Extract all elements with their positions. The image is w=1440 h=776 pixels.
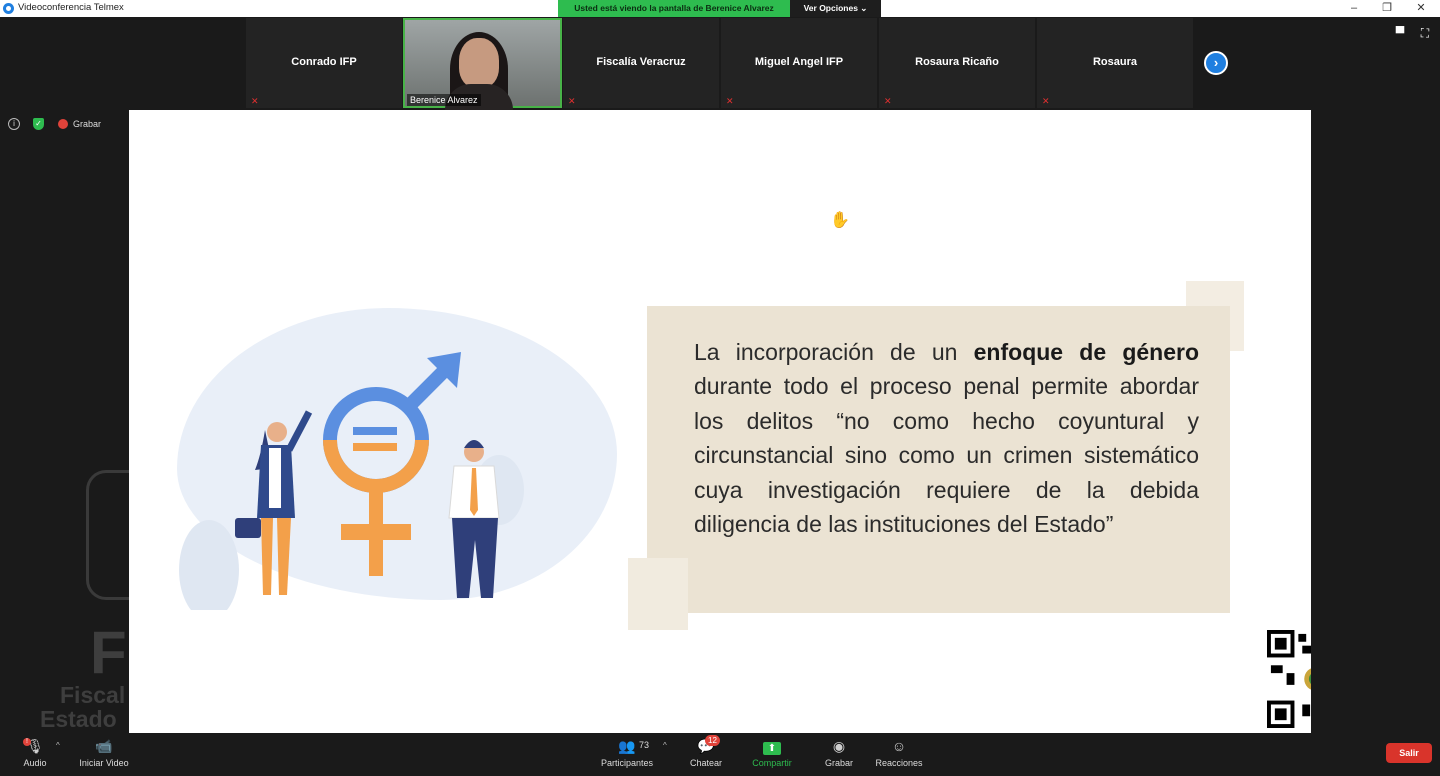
record-button[interactable]: ◉ Grabar	[821, 737, 857, 768]
video-off-icon: 📹	[95, 738, 113, 754]
man-trousers	[452, 518, 498, 598]
mic-muted-icon: ✕	[884, 96, 892, 106]
woman-leg	[277, 518, 291, 595]
briefcase-icon	[235, 518, 261, 538]
gender-equality-illustration	[179, 352, 524, 610]
hand-cursor-icon: ✋	[830, 212, 850, 229]
participant-tile-rosaura-ricano[interactable]: Rosaura Ricaño ✕	[879, 18, 1035, 108]
smiley-icon: ☺	[891, 738, 907, 754]
participant-name: Rosaura Ricaño	[915, 56, 999, 68]
quote-text-part: La incorporación de un	[694, 339, 974, 365]
share-label: Compartir	[752, 758, 792, 768]
next-participants-button[interactable]: ›	[1204, 51, 1228, 75]
woman-raised-arm	[285, 410, 313, 452]
share-screen-icon: ⬆	[763, 742, 781, 755]
window-title: Videoconferencia Telmex	[18, 2, 124, 13]
participant-tile-conrado[interactable]: Conrado IFP ✕	[246, 18, 402, 108]
quote-highlight: enfoque de género	[973, 339, 1200, 365]
security-shield-icon[interactable]: ✓	[33, 118, 44, 130]
audio-options-caret-icon[interactable]: ^	[56, 741, 60, 750]
mic-muted-icon: ✕	[1042, 96, 1050, 106]
participant-tile-fiscalia[interactable]: Fiscalía Veracruz ✕	[563, 18, 719, 108]
record-icon[interactable]	[58, 119, 68, 129]
record-toolbar-label: Grabar	[824, 758, 853, 768]
participant-name: Conrado IFP	[291, 56, 357, 68]
watermark-text-fiscal: Fiscal	[60, 682, 126, 708]
audio-label: Audio	[23, 758, 47, 768]
app-logo-icon	[3, 3, 14, 14]
mic-muted-icon: ✕	[568, 96, 576, 106]
decorative-square	[628, 558, 688, 630]
woman-shirt	[269, 448, 281, 508]
participant-name: Fiscalía Veracruz	[596, 56, 686, 68]
screen-share-banner: Usted está viendo la pantalla de Berenic…	[558, 0, 790, 17]
meeting-toolbar: 🎙 ! Audio ^ 📹 Iniciar Video 👥 Participan…	[0, 733, 1440, 776]
start-video-button[interactable]: 📹 Iniciar Video	[76, 737, 132, 768]
gender-approach-quote: La incorporación de un enfoque de género…	[694, 335, 1199, 541]
videoconference-window: Videoconferencia Telmex Usted está viend…	[0, 0, 1440, 776]
chat-unread-badge: 12	[705, 735, 720, 746]
participants-count: 73	[639, 740, 650, 750]
participant-video-berenice[interactable]: Berenice Alvarez	[403, 18, 562, 110]
quote-text-part: durante todo el proceso penal permite ab…	[694, 373, 1199, 538]
reactions-button[interactable]: ☺ Reacciones	[874, 737, 924, 768]
female-cross-horizontal	[341, 524, 411, 540]
woman-head	[267, 422, 287, 442]
chat-label: Chatear	[689, 758, 723, 768]
participant-name: Rosaura	[1092, 56, 1138, 68]
layout-icon[interactable]: ▀	[1392, 26, 1408, 40]
participant-name: Berenice Alvarez	[407, 94, 481, 106]
info-icon[interactable]: i	[8, 118, 20, 130]
watermark-emblem	[86, 470, 130, 600]
share-screen-button[interactable]: ⬆ Compartir	[749, 737, 795, 768]
record-circle-icon: ◉	[832, 738, 846, 754]
shared-screen-slide: ✋ La incorporación de un enfoque de géne…	[129, 110, 1311, 733]
exit-meeting-button[interactable]: Salir	[1386, 743, 1432, 763]
view-options-button[interactable]: Ver Opciones ⌄	[790, 0, 881, 17]
fullscreen-icon[interactable]: ⛶	[1417, 26, 1433, 40]
chat-button[interactable]: 💬 12 Chatear	[686, 735, 726, 768]
plant-leaf-icon	[179, 520, 239, 610]
mic-muted-icon: ✕	[251, 96, 259, 106]
equal-sign-bottom	[353, 443, 397, 451]
man-hair	[464, 440, 484, 448]
record-label[interactable]: Grabar	[73, 119, 101, 129]
participants-label: Participantes	[600, 758, 654, 768]
audio-button[interactable]: 🎙 ! Audio	[20, 737, 50, 768]
start-video-label: Iniciar Video	[79, 758, 129, 768]
watermark-letter: F	[90, 619, 127, 686]
woman-leg	[261, 518, 273, 595]
participant-tile-miguel[interactable]: Miguel Angel IFP ✕	[721, 18, 877, 108]
close-button[interactable]: ✕	[1404, 0, 1438, 17]
restore-button[interactable]: ❐	[1370, 0, 1404, 17]
mic-muted-icon: ✕	[726, 96, 734, 106]
mic-alert-icon: !	[23, 738, 31, 746]
equal-sign-top	[353, 427, 397, 435]
qr-code	[1267, 630, 1311, 728]
reactions-label: Reacciones	[875, 758, 923, 768]
watermark-text-estado: Estado	[40, 706, 117, 732]
minimize-button[interactable]: –	[1337, 0, 1371, 17]
participant-name: Miguel Angel IFP	[754, 56, 844, 68]
participant-tile-rosaura[interactable]: Rosaura ✕	[1037, 18, 1193, 108]
participant-face	[459, 38, 499, 88]
participants-options-caret-icon[interactable]: ^	[663, 741, 667, 750]
